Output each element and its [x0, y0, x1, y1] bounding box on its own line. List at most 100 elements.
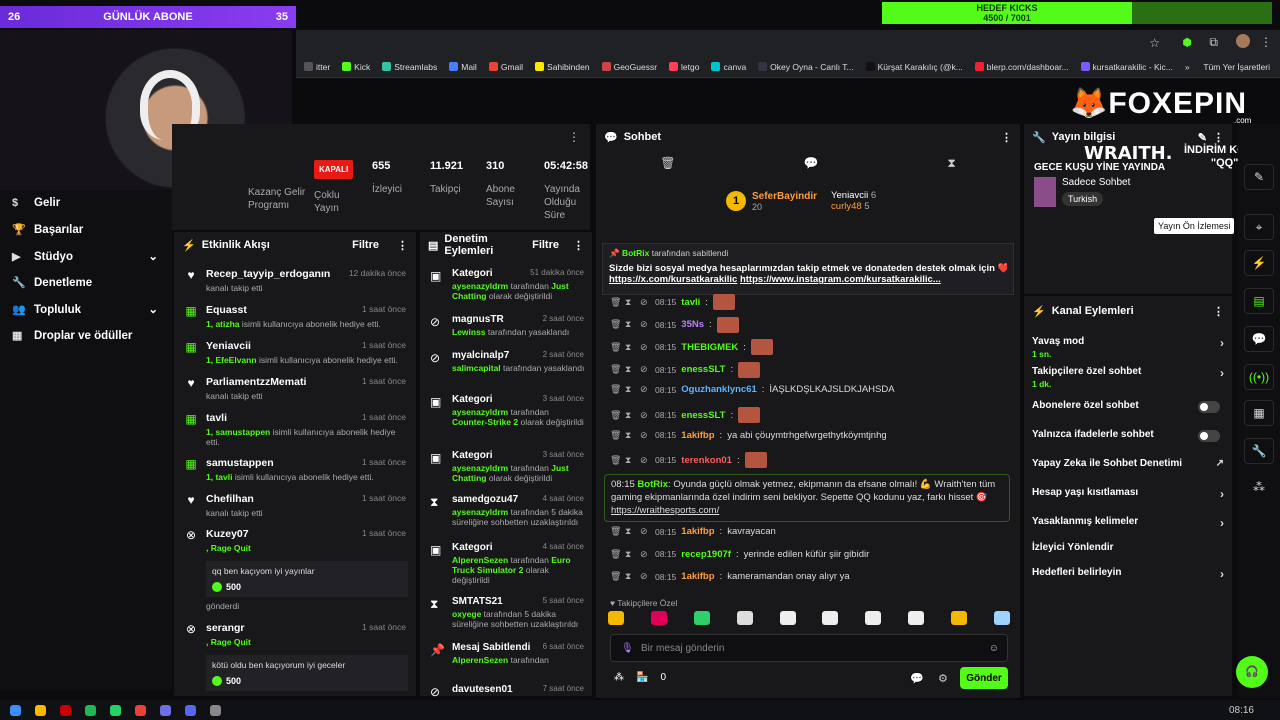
delete-msg-icon[interactable]: 🗑: [610, 571, 621, 582]
discord-icon[interactable]: [185, 704, 196, 716]
ban-msg-icon[interactable]: ⊘: [640, 549, 650, 560]
shield-icon[interactable]: ⬢: [1182, 36, 1192, 49]
timeout-msg-icon[interactable]: ⧗: [625, 571, 635, 582]
chrome-icon[interactable]: [135, 704, 146, 716]
obs-icon[interactable]: [160, 704, 171, 716]
store-icon[interactable]: 🏪: [636, 672, 648, 683]
toggle-switch[interactable]: [1198, 401, 1220, 413]
chat-message[interactable]: 🗑 ⧗ ⊘ 08:15 1akifbp: kameramandan onay alıyr …: [610, 571, 1012, 582]
top-gifter-2[interactable]: Yeniavcii: [831, 190, 868, 201]
timeout-msg-icon[interactable]: ⧗: [625, 342, 635, 353]
emoji-icon[interactable]: ☺: [989, 643, 999, 654]
ban-msg-icon[interactable]: ⊘: [640, 319, 650, 330]
channel-action-5[interactable]: Hesap yaşı kısıtlaması ›: [1032, 487, 1224, 501]
timeout-msg-icon[interactable]: ⧗: [625, 455, 635, 466]
chat-message[interactable]: 🗑 ⧗ ⊘ 08:15 recep1907f: yerinde edilen küfür …: [610, 549, 1012, 560]
settings-app-icon[interactable]: [210, 704, 221, 716]
channel-action-2[interactable]: Abonelere özel sohbet: [1032, 400, 1224, 413]
delete-msg-icon[interactable]: 🗑: [610, 549, 621, 560]
bolt-tool-icon[interactable]: ⚡: [1244, 250, 1274, 276]
mod-event-actor[interactable]: Lewinss: [452, 327, 486, 337]
bookmark-item[interactable]: Gmail: [488, 62, 523, 72]
mod-tool-icon[interactable]: ▦: [1244, 400, 1274, 426]
channel-action-0[interactable]: Yavaş mod 1 sn. ›: [1032, 336, 1224, 359]
users-icon[interactable]: ⁂: [614, 672, 624, 683]
channel-action-3[interactable]: Yalnızca ifadelerle sohbet: [1032, 429, 1224, 442]
external-link-icon[interactable]: ↗: [1216, 458, 1224, 469]
chat-tab-icon[interactable]: 💬: [804, 156, 819, 171]
delete-msg-icon[interactable]: 🗑: [610, 342, 621, 353]
bookmark-item[interactable]: Streamlabs: [382, 62, 437, 72]
chevron-right-icon[interactable]: ›: [1220, 487, 1224, 501]
spotify-icon[interactable]: [85, 704, 96, 716]
extensions-icon[interactable]: ⧉: [1209, 35, 1218, 50]
file-explorer-icon[interactable]: [35, 704, 46, 716]
chat-username[interactable]: recep1907f: [681, 549, 731, 560]
chat-username[interactable]: enessSLT: [681, 410, 725, 421]
chevron-right-icon[interactable]: ›: [1220, 516, 1224, 530]
chat-message[interactable]: 🗑 ⧗ ⊘ 08:15 Oguzhanklync61: İAŞLKDŞLKAJSLDKJA…: [610, 384, 1012, 395]
channel-action-1[interactable]: Takipçilere özel sohbet 1 dk. ›: [1032, 366, 1224, 389]
ban-msg-icon[interactable]: ⊘: [640, 455, 650, 466]
timeout-msg-icon[interactable]: ⧗: [625, 430, 635, 441]
chat-username[interactable]: 1akifbp: [681, 526, 714, 537]
mod-event-actor[interactable]: AlperenSezen: [452, 655, 508, 665]
trash-icon[interactable]: 🗑: [660, 156, 675, 171]
chat-message[interactable]: 🗑 ⧗ ⊘ 08:15 tavli:: [610, 294, 1012, 310]
edit-tool-icon[interactable]: ✎: [1244, 164, 1274, 190]
emote-3-icon[interactable]: [736, 611, 753, 625]
mod-event-actor[interactable]: salimcapital: [452, 363, 501, 373]
send-button[interactable]: Gönder: [960, 667, 1008, 689]
mod-event-actor[interactable]: aysenazyldrm: [452, 407, 508, 417]
chat-tool-icon[interactable]: 💬: [1244, 326, 1274, 352]
wrench-tool-icon[interactable]: 🔧: [1244, 438, 1274, 464]
chat-message[interactable]: 🗑 ⧗ ⊘ 08:15 35Ns:: [610, 316, 1012, 333]
avatar[interactable]: [1236, 34, 1250, 48]
app-icon[interactable]: [60, 704, 71, 716]
actions-menu-icon[interactable]: ⋮: [1213, 305, 1224, 318]
chat-username[interactable]: 1akifbp: [681, 430, 714, 441]
chevron-right-icon[interactable]: ›: [1220, 366, 1224, 380]
chat-username[interactable]: 1akifbp: [681, 571, 714, 582]
chevron-right-icon[interactable]: ›: [1220, 336, 1224, 350]
chat-message[interactable]: 🗑 ⧗ ⊘ 08:15 enessSLT:: [610, 361, 1012, 378]
emote-5-icon[interactable]: [822, 611, 839, 625]
bookmarks-overflow-icon[interactable]: »: [1185, 62, 1190, 72]
delete-msg-icon[interactable]: 🗑: [610, 364, 621, 375]
chat-username[interactable]: THEBIGMEK: [681, 342, 738, 353]
mod-event-actor[interactable]: AlperenSezen: [452, 555, 508, 565]
chat-username[interactable]: terenkon01: [681, 455, 732, 466]
multistream-stat[interactable]: KAPALI Çoklu Yayın: [314, 160, 354, 215]
bookmark-item[interactable]: blerp.com/dashboar...: [974, 62, 1069, 72]
top-gifter-1[interactable]: SeferBayindir: [752, 191, 817, 202]
mod-menu-icon[interactable]: ⋮: [573, 239, 584, 252]
bookmark-item[interactable]: Mail: [449, 62, 477, 72]
chat-message[interactable]: 🗑 ⧗ ⊘ 08:15 THEBIGMEK:: [610, 339, 1012, 356]
edit-icon[interactable]: ✎: [1198, 131, 1207, 144]
ban-msg-icon[interactable]: ⊘: [640, 364, 650, 375]
pinned-link-x[interactable]: https://x.com/kursatkarakilic: [609, 274, 737, 285]
chat-username[interactable]: Oguzhanklync61: [681, 384, 757, 395]
chat-message[interactable]: 🗑 ⧗ ⊘ 08:15 1akifbp: ya abi çöuymtrhgefwrgeth…: [610, 430, 1012, 441]
users-tool-icon[interactable]: ⁂: [1244, 474, 1274, 500]
emote-0-icon[interactable]: [608, 611, 624, 625]
emote-2-icon[interactable]: [693, 611, 710, 625]
emote-8-icon[interactable]: [951, 611, 967, 625]
chat-menu-icon[interactable]: ⋮: [1001, 131, 1012, 144]
sidebar-item-2[interactable]: ▶ Stüdyo ⌄: [0, 243, 172, 270]
channel-action-4[interactable]: Yapay Zeka ile Sohbet Denetimi ↗: [1032, 458, 1224, 469]
stats-menu-icon[interactable]: ⋮: [568, 130, 580, 144]
info-menu-icon[interactable]: ⋮: [1213, 131, 1224, 144]
mic-icon[interactable]: 🎙: [621, 643, 634, 654]
bot-username[interactable]: BotRix: [637, 479, 668, 490]
mod-filter-button[interactable]: Filtre: [532, 239, 559, 251]
timeout-msg-icon[interactable]: ⧗: [625, 364, 635, 375]
bot-msg-link[interactable]: https://wraithesports.com/: [611, 505, 719, 516]
timeout-msg-icon[interactable]: ⧗: [625, 297, 635, 308]
windows-start-icon[interactable]: [10, 704, 21, 716]
delete-msg-icon[interactable]: 🗑: [610, 430, 621, 441]
delete-msg-icon[interactable]: 🗑: [610, 319, 621, 330]
ban-msg-icon[interactable]: ⊘: [640, 342, 650, 353]
top-gifter-3[interactable]: curly48: [831, 201, 862, 212]
emote-7-icon[interactable]: [908, 611, 925, 625]
